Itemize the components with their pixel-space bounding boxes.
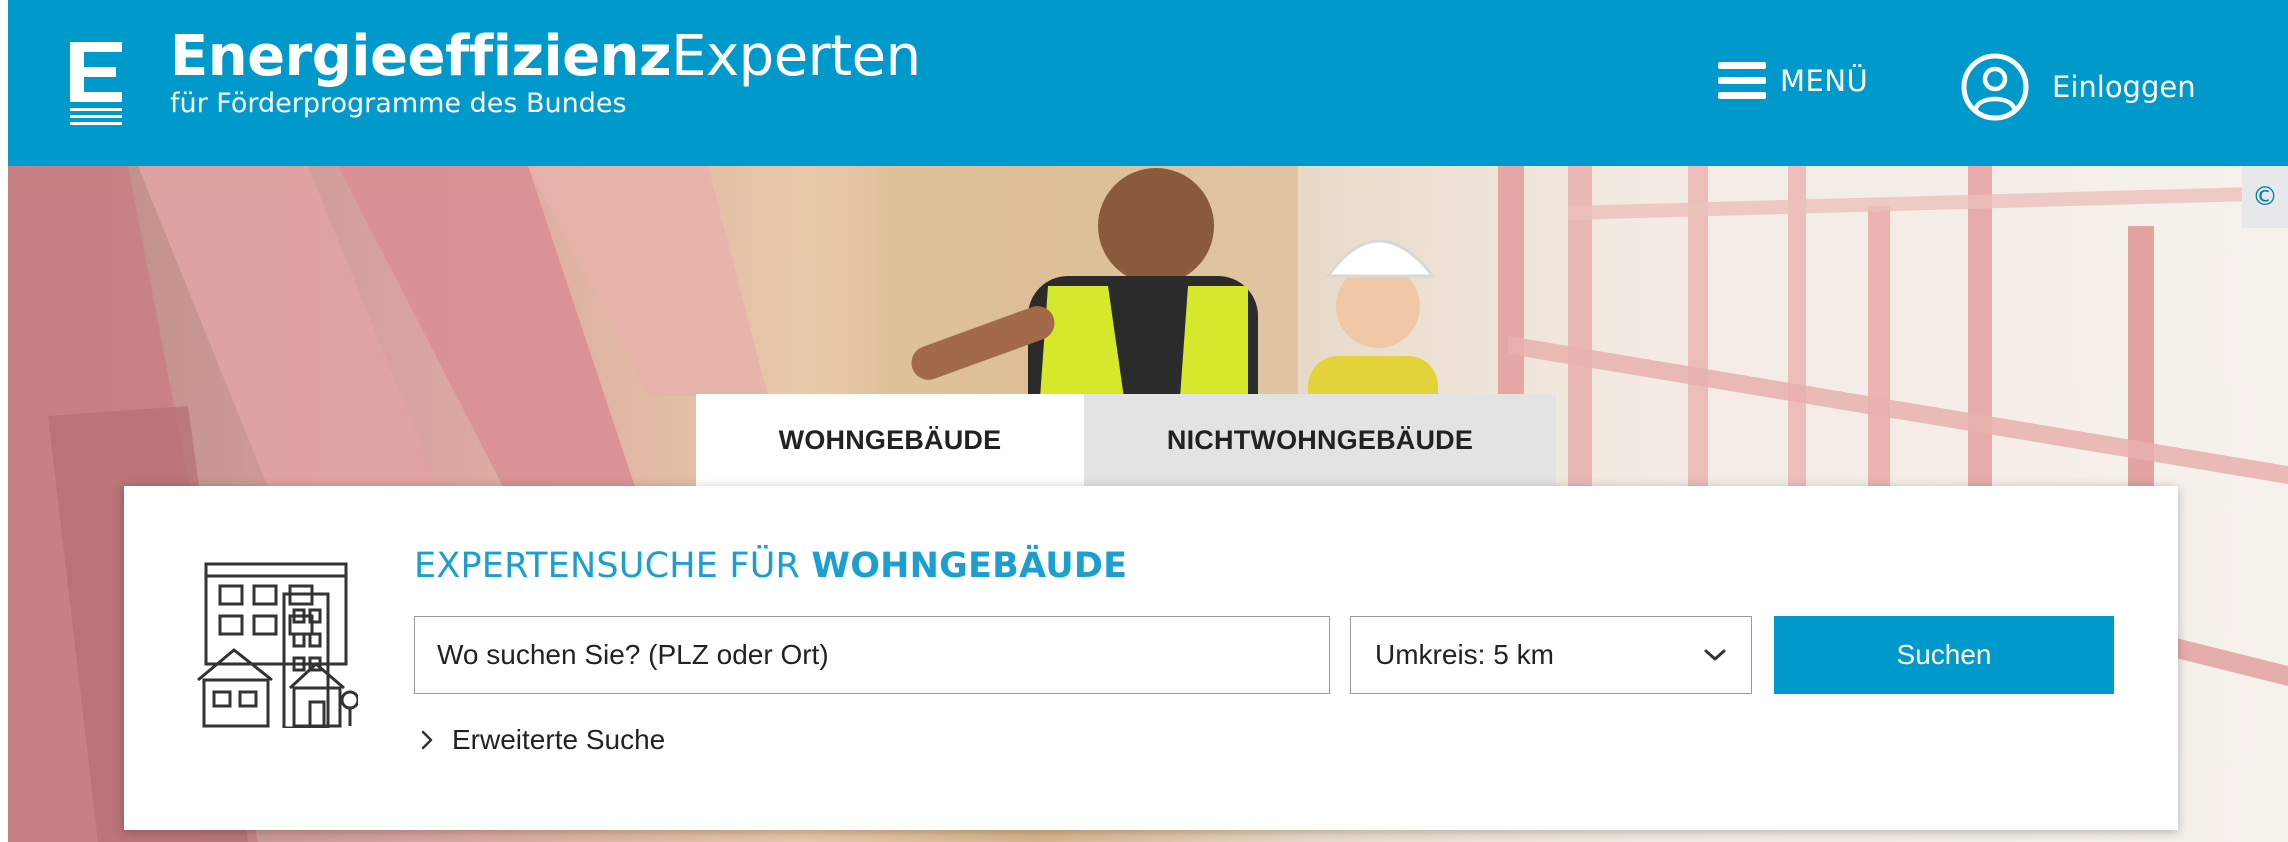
user-circle-icon [1961, 53, 2029, 121]
login-button[interactable]: Einloggen [1960, 52, 2196, 122]
search-title: EXPERTENSUCHE FÜR WOHNGEBÄUDE [414, 546, 1128, 586]
page-frame: EnergieeffizienzExperten für Förderprogr… [8, 0, 2288, 842]
login-label: Einloggen [2052, 70, 2196, 104]
chevron-down-icon [1704, 649, 1726, 661]
tab-nichtwohngebaeude[interactable]: NICHTWOHNGEBÄUDE [1084, 394, 1556, 486]
menu-label: MENÜ [1780, 64, 1869, 98]
logo-e-icon[interactable] [70, 42, 122, 126]
brand-wordmark[interactable]: EnergieeffizienzExperten für Förderprogr… [170, 22, 921, 120]
brand-title: EnergieeffizienzExperten [170, 24, 921, 89]
location-search-input[interactable] [414, 616, 1330, 694]
tab-wohngebaeude[interactable]: WOHNGEBÄUDE [696, 394, 1084, 486]
chevron-right-icon [421, 730, 433, 750]
advanced-search-toggle[interactable]: Erweiterte Suche [420, 724, 665, 756]
search-button[interactable]: Suchen [1774, 616, 2114, 694]
radius-select-value: Umkreis: 5 km [1375, 639, 1554, 670]
menu-button[interactable]: MENÜ [1718, 62, 1868, 100]
site-header: EnergieeffizienzExperten für Förderprogr… [8, 0, 2288, 166]
brand-subtitle: für Förderprogramme des Bundes [170, 88, 627, 119]
hamburger-icon [1718, 62, 1766, 99]
radius-select[interactable]: Umkreis: 5 km [1350, 616, 1752, 694]
image-copyright-button[interactable]: © [2242, 166, 2288, 228]
expert-search-card: EXPERTENSUCHE FÜR WOHNGEBÄUDE Umkreis: 5… [124, 486, 2178, 830]
advanced-search-label: Erweiterte Suche [452, 724, 666, 755]
building-icon [197, 562, 358, 728]
